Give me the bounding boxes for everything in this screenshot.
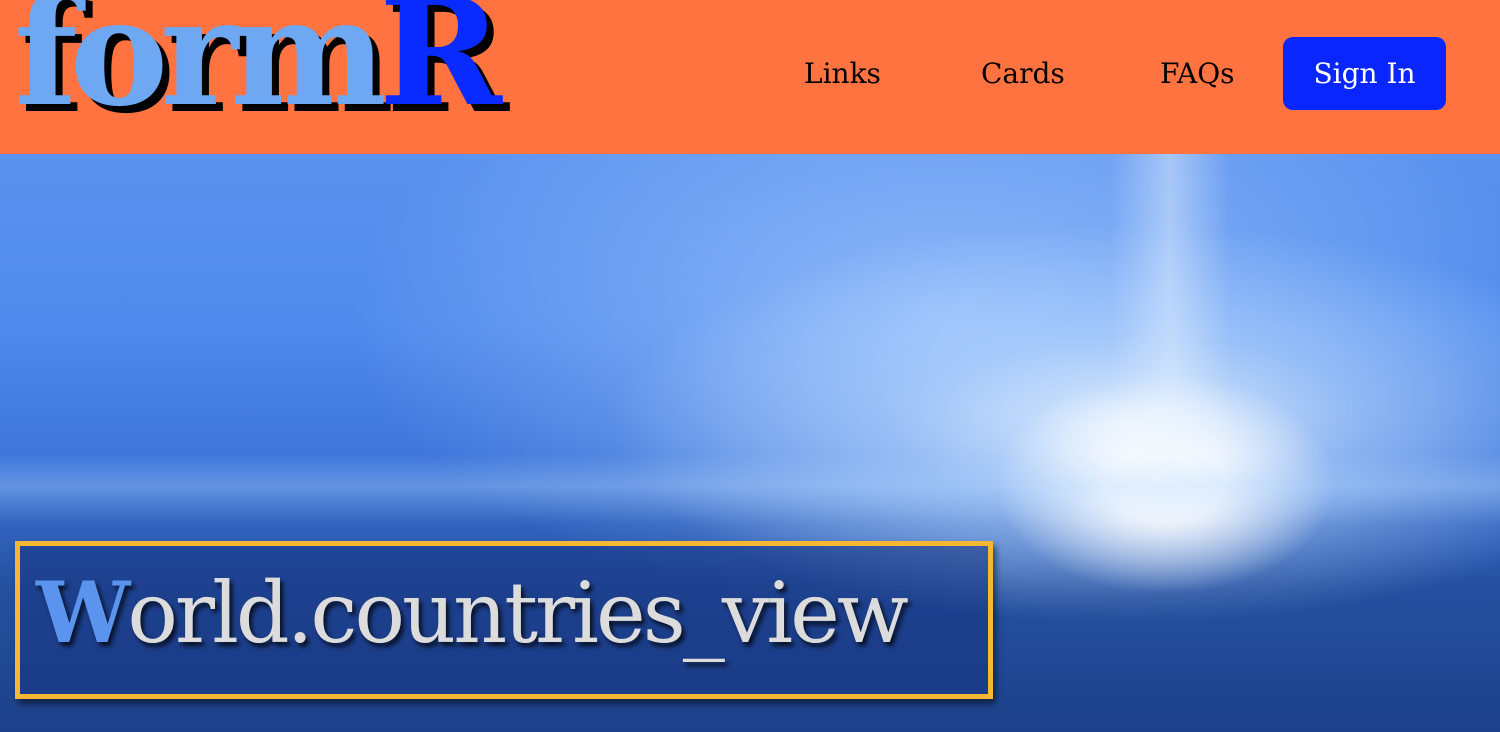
navbar: formR Links Cards FAQs Sign In <box>0 0 1500 154</box>
formr-logo[interactable]: formR <box>14 0 502 126</box>
logo-text-form: form <box>14 0 387 139</box>
hero-horizon-glow <box>0 454 1500 524</box>
hero-title-rest: orld.countries_view <box>127 564 908 662</box>
nav-link-links[interactable]: Links <box>804 56 881 92</box>
hero-title-first-letter: W <box>36 563 130 662</box>
nav-link-faqs[interactable]: FAQs <box>1160 56 1235 92</box>
sign-in-button[interactable]: Sign In <box>1283 37 1446 110</box>
logo-text-r: R <box>378 0 502 139</box>
hero-title: World.countries_view <box>36 558 909 668</box>
nav-link-cards[interactable]: Cards <box>981 56 1065 92</box>
